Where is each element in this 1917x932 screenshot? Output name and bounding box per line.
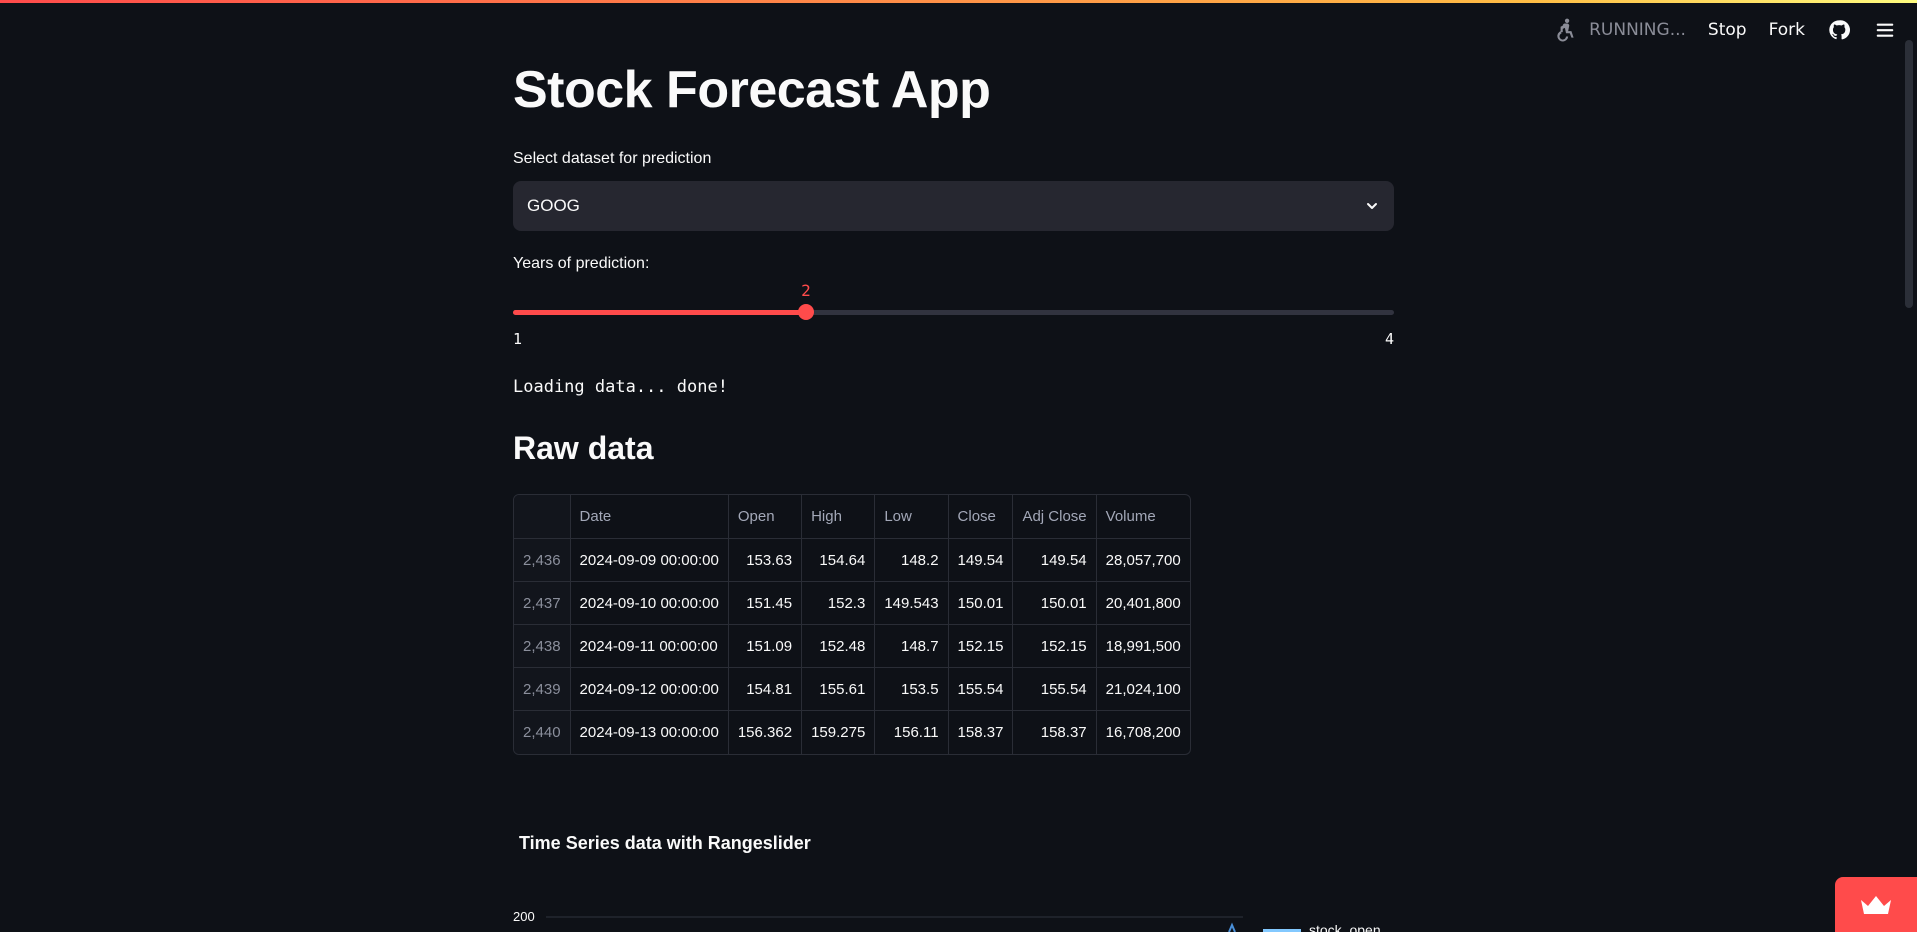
page-title: Stock Forecast App	[513, 61, 991, 119]
table-index-header[interactable]	[514, 495, 571, 539]
table-cell[interactable]: 152.15	[948, 625, 1014, 668]
app-header: RUNNING... Stop Fork	[0, 0, 1917, 60]
table-row[interactable]: 2,438 2024-09-11 00:00:00 151.09 152.48 148.…	[514, 625, 1190, 668]
loading-status: Loading data... done!	[513, 377, 728, 397]
table-cell[interactable]: 153.5	[875, 668, 949, 711]
raw-data-table[interactable]: Date Open High Low Close Adj Close Volume 2,43…	[513, 494, 1191, 755]
github-icon[interactable]	[1827, 18, 1851, 42]
years-slider[interactable]: 2 1 4	[513, 280, 1394, 360]
slider-max-label: 4	[1384, 330, 1394, 348]
table-cell[interactable]: 18,991,500	[1096, 625, 1190, 668]
stop-button[interactable]: Stop	[1708, 20, 1747, 40]
header-toolbar: RUNNING... Stop Fork	[1553, 16, 1897, 44]
table-cell[interactable]: 21,024,100	[1096, 668, 1190, 711]
streamlit-badge-button[interactable]	[1835, 877, 1917, 932]
table-cell[interactable]: 154.81	[728, 668, 803, 711]
table-cell[interactable]: 152.48	[802, 625, 876, 668]
table-cell[interactable]: 150.01	[948, 582, 1014, 625]
table-row[interactable]: 2,440 2024-09-13 00:00:00 156.362 159.275 15…	[514, 711, 1190, 754]
table-column-header[interactable]: Low	[875, 495, 949, 539]
table-column-header[interactable]: High	[802, 495, 876, 539]
table-cell[interactable]: 149.54	[1013, 539, 1097, 582]
table-cell[interactable]: 16,708,200	[1097, 711, 1190, 754]
table-cell[interactable]: 2024-09-13 00:00:00	[571, 711, 729, 754]
table-row-index[interactable]: 2,437	[514, 582, 571, 625]
slider-track[interactable]	[513, 310, 1394, 315]
page-scrollbar[interactable]	[1905, 40, 1913, 308]
table-row-index[interactable]: 2,438	[514, 625, 571, 668]
table-row-index[interactable]: 2,436	[514, 539, 571, 582]
legend-label[interactable]: stock_open	[1309, 922, 1381, 932]
slider-fill	[513, 310, 806, 315]
table-cell[interactable]: 155.54	[1013, 668, 1097, 711]
table-cell[interactable]: 158.37	[1013, 711, 1097, 754]
table-cell[interactable]: 148.2	[875, 539, 949, 582]
table-cell[interactable]: 2024-09-11 00:00:00	[570, 625, 729, 668]
table-cell[interactable]: 158.37	[949, 711, 1014, 754]
table-cell[interactable]: 151.09	[728, 625, 803, 668]
table-cell[interactable]: 149.543	[875, 582, 949, 625]
table-cell[interactable]: 2024-09-12 00:00:00	[570, 668, 729, 711]
table-cell[interactable]: 154.64	[802, 539, 876, 582]
running-status-text: RUNNING...	[1589, 20, 1686, 40]
table-column-header[interactable]: Date	[570, 495, 729, 539]
table-cell[interactable]: 156.11	[875, 711, 949, 754]
slider-thumb[interactable]	[798, 304, 814, 320]
table-cell[interactable]: 150.01	[1013, 582, 1097, 625]
table-cell[interactable]: 151.45	[728, 582, 803, 625]
slider-min-label: 1	[513, 330, 523, 348]
table-cell[interactable]: 20,401,800	[1096, 582, 1190, 625]
series-line	[1228, 922, 1236, 932]
table-cell[interactable]: 152.3	[802, 582, 876, 625]
table-cell[interactable]: 155.61	[802, 668, 876, 711]
chart-title: Time Series data with Rangeslider	[519, 833, 811, 853]
table-cell[interactable]: 149.54	[948, 539, 1014, 582]
table-column-header[interactable]: Adj Close	[1013, 495, 1097, 539]
running-man-icon	[1557, 18, 1574, 42]
table-cell[interactable]: 153.63	[728, 539, 803, 582]
table-column-header[interactable]: Close	[948, 495, 1014, 539]
table-row[interactable]: 2,437 2024-09-10 00:00:00 151.45 152.3 149.5…	[514, 582, 1190, 625]
time-series-chart[interactable]: 200 stock_open	[513, 895, 1394, 932]
table-cell[interactable]: 156.362	[729, 711, 803, 754]
table-header-row: Date Open High Low Close Adj Close Volume	[514, 495, 1190, 539]
table-cell[interactable]: 152.15	[1013, 625, 1097, 668]
dataset-select-value: GOOG	[527, 196, 580, 215]
table-row[interactable]: 2,436 2024-09-09 00:00:00 153.63 154.64 148.…	[514, 539, 1190, 582]
table-row[interactable]: 2,439 2024-09-12 00:00:00 154.81 155.61 153.…	[514, 668, 1190, 711]
chevron-down-icon	[1367, 203, 1377, 209]
table-column-header[interactable]: Volume	[1096, 495, 1190, 539]
table-row-index[interactable]: 2,440	[514, 711, 571, 754]
y-tick-label: 200	[513, 909, 535, 924]
dataset-select-label: Select dataset for prediction	[513, 150, 712, 167]
table-cell[interactable]: 2024-09-09 00:00:00	[570, 539, 729, 582]
table-row-index[interactable]: 2,439	[514, 668, 571, 711]
slider-current-value: 2	[801, 281, 811, 300]
hamburger-menu-icon[interactable]	[1873, 18, 1897, 42]
table-cell[interactable]: 28,057,700	[1096, 539, 1190, 582]
dataset-select[interactable]: GOOG	[513, 181, 1394, 231]
running-status: RUNNING...	[1553, 17, 1686, 43]
crown-icon	[1861, 895, 1891, 914]
table-cell[interactable]: 159.275	[802, 711, 876, 754]
years-slider-label: Years of prediction:	[513, 255, 650, 272]
table-cell[interactable]: 155.54	[948, 668, 1014, 711]
table-cell[interactable]: 148.7	[875, 625, 949, 668]
table-column-header[interactable]: Open	[728, 495, 803, 539]
table-cell[interactable]: 2024-09-10 00:00:00	[570, 582, 729, 625]
fork-button[interactable]: Fork	[1769, 20, 1805, 40]
raw-data-heading: Raw data	[513, 430, 654, 466]
